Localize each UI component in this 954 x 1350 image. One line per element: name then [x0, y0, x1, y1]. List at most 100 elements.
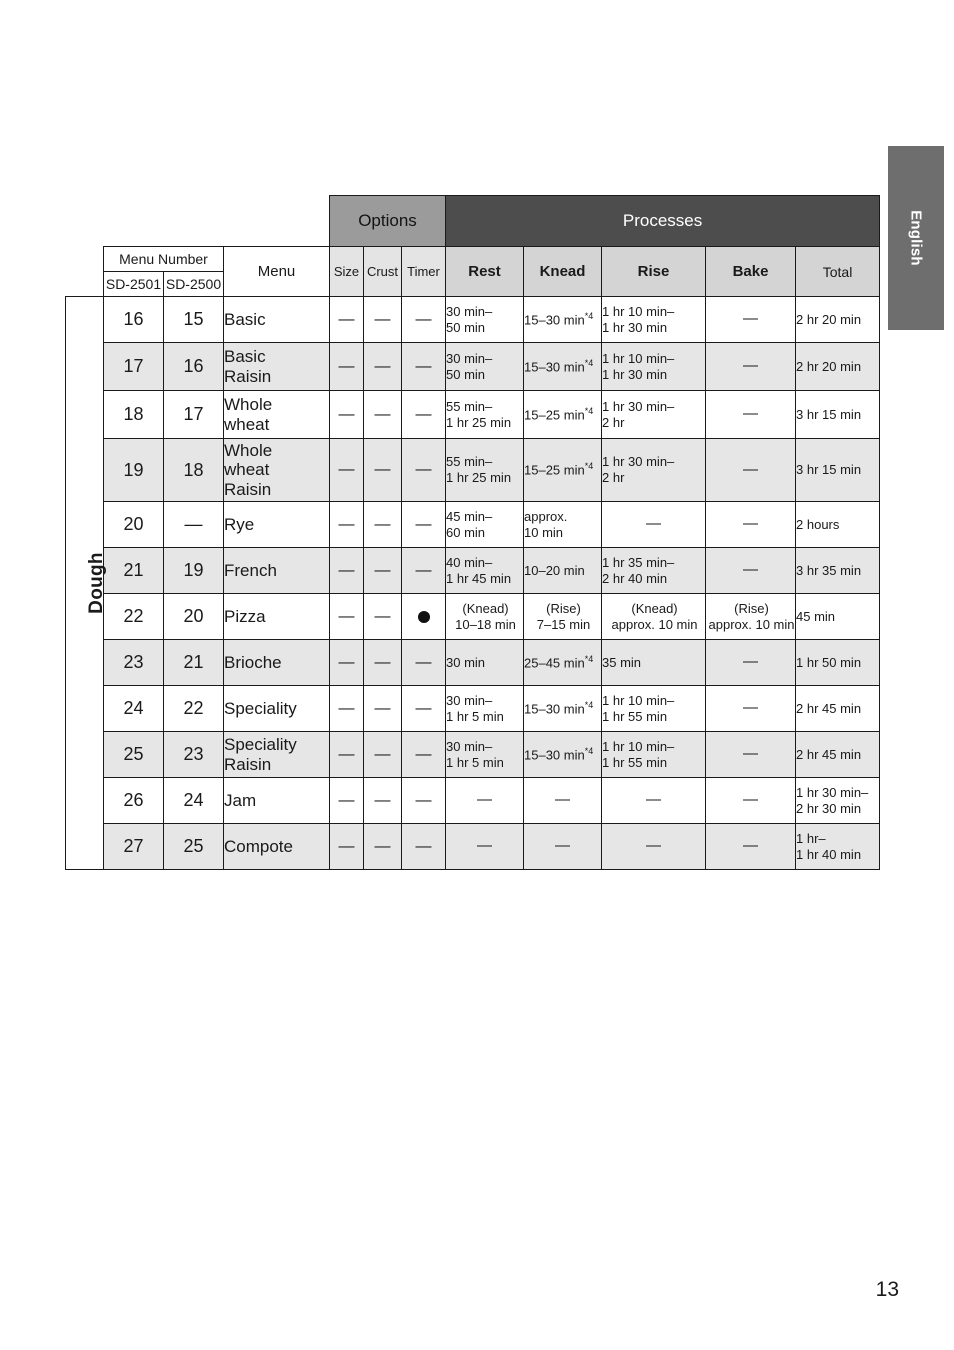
cell-menu-number-sd2501: 25: [103, 731, 164, 778]
cell-process-bake: —: [705, 639, 797, 686]
group-header-options: Options: [328, 195, 447, 247]
cell-process-total: 45 min: [795, 593, 881, 640]
cell-option-timer: —: [400, 685, 447, 732]
cell-menu-name: Speciality Raisin: [223, 731, 330, 778]
col-header-total: Total: [795, 246, 881, 297]
cell-option-timer: —: [400, 390, 447, 439]
cell-option-timer: [400, 593, 447, 640]
cell-process-rest: (Knead) 10–18 min: [445, 593, 525, 640]
cell-process-bake: —: [705, 390, 797, 439]
cell-option-timer: —: [400, 547, 447, 594]
cell-menu-name: Rye: [223, 501, 330, 548]
corner-blank-cell: [104, 196, 164, 247]
cell-menu-number-sd2500: 17: [163, 390, 224, 439]
cell-process-bake: —: [705, 296, 797, 343]
cell-process-bake: —: [705, 342, 797, 391]
cell-process-rest: 55 min– 1 hr 25 min: [445, 390, 525, 439]
col-header-bake: Bake: [705, 246, 797, 297]
cell-process-knead: —: [523, 777, 603, 824]
cell-option-size: —: [329, 390, 364, 439]
cell-option-crust: —: [363, 685, 402, 732]
col-header-menu-number: Menu Number: [103, 246, 224, 272]
cell-option-crust: —: [363, 342, 402, 391]
cell-menu-number-sd2501: 23: [103, 639, 164, 686]
cell-process-rise: —: [601, 501, 707, 548]
cell-option-size: —: [329, 685, 364, 732]
cell-process-knead: approx. 10 min: [523, 501, 603, 548]
cell-menu-name: Brioche: [223, 639, 330, 686]
table-row: 24 22 Speciality — — —30 min– 1 hr 5 min 15–30 …: [66, 685, 881, 732]
cell-option-size: —: [329, 296, 364, 343]
cell-menu-number-sd2500: 25: [163, 823, 224, 870]
cell-process-rise: 1 hr 35 min– 2 hr 40 min: [601, 547, 707, 594]
table-row: 21 19 French — — —40 min– 1 hr 45 min 10–20 min…: [66, 547, 881, 594]
category-cell-dough: Dough: [65, 296, 107, 870]
col-header-model-sd2501: SD-2501: [103, 271, 164, 297]
col-header-model-sd2500: SD-2500: [163, 271, 224, 297]
col-header-timer: Timer: [400, 246, 447, 297]
page-number: 13: [875, 1278, 899, 1301]
cell-option-size: —: [329, 823, 364, 870]
cell-process-total: 3 hr 15 min: [795, 390, 881, 439]
cell-process-rest: 55 min– 1 hr 25 min: [445, 438, 525, 502]
timer-available-dot-icon: [417, 611, 430, 624]
cell-process-knead: 15–30 min*4: [523, 685, 603, 732]
cell-process-rise: 1 hr 30 min– 2 hr: [601, 390, 707, 439]
cell-option-crust: —: [363, 501, 402, 548]
col-header-menu: Menu: [223, 246, 330, 297]
cell-process-knead: 15–25 min*4: [523, 390, 603, 439]
cell-menu-number-sd2501: 20: [103, 501, 164, 548]
cell-process-bake: —: [705, 777, 797, 824]
cell-process-rest: 30 min– 50 min: [445, 342, 525, 391]
cell-process-bake: —: [705, 731, 797, 778]
table-row: 20— Rye — — —45 min– 60 min approx. 10 min — —2 h…: [66, 501, 881, 548]
cell-option-crust: —: [363, 731, 402, 778]
cell-menu-number-sd2500: 20: [163, 593, 224, 640]
col-header-knead: Knead: [523, 246, 603, 297]
group-header-processes: Processes: [445, 195, 881, 247]
cell-process-rise: 1 hr 10 min– 1 hr 55 min: [601, 685, 707, 732]
cell-menu-number-sd2501: 24: [103, 685, 164, 732]
cell-menu-name: Speciality: [223, 685, 330, 732]
cell-option-timer: —: [400, 639, 447, 686]
corner-blank-cell: [224, 196, 330, 247]
cell-menu-name: Compote: [223, 823, 330, 870]
col-header-rest: Rest: [445, 246, 525, 297]
menu-process-table: Options Processes Menu Number Menu Size …: [65, 195, 881, 870]
cell-menu-number-sd2501: 27: [103, 823, 164, 870]
cell-process-rise: (Knead) approx. 10 min: [601, 593, 707, 640]
cell-process-total: 1 hr 30 min– 2 hr 30 min: [795, 777, 881, 824]
table-row: 17 16 Basic Raisin — — —30 min– 50 min 15–30 min…: [66, 342, 881, 391]
cell-option-size: —: [329, 731, 364, 778]
cell-process-rise: 1 hr 10 min– 1 hr 30 min: [601, 342, 707, 391]
cell-option-crust: —: [363, 547, 402, 594]
cell-process-bake: —: [705, 547, 797, 594]
cell-option-size: —: [329, 438, 364, 502]
cell-process-rise: 1 hr 30 min– 2 hr: [601, 438, 707, 502]
cell-option-size: —: [329, 593, 364, 640]
table-row: 26 24 Jam — — — — — — —1 hr 30 min– 2 hr 30 min: [66, 777, 881, 824]
cell-option-timer: —: [400, 823, 447, 870]
cell-menu-number-sd2501: 16: [103, 296, 164, 343]
table-row: Dough 16 15 Basic — — —30 min– 50 min 15–30 min*…: [65, 296, 881, 870]
cell-process-total: 2 hr 45 min: [795, 685, 881, 732]
cell-process-knead: 15–25 min*4: [523, 438, 603, 502]
cell-process-total: 2 hours: [795, 501, 881, 548]
cell-option-crust: —: [363, 296, 402, 343]
cell-menu-number-sd2501: 22: [103, 593, 164, 640]
cell-menu-number-sd2500: 18: [163, 438, 224, 502]
cell-option-size: —: [329, 639, 364, 686]
cell-option-timer: —: [400, 777, 447, 824]
cell-menu-number-sd2500: 24: [163, 777, 224, 824]
language-tab-label: English: [907, 210, 925, 266]
cell-process-knead: 15–30 min*4: [523, 731, 603, 778]
cell-process-rest: 30 min– 1 hr 5 min: [445, 685, 525, 732]
cell-process-rise: 35 min: [601, 639, 707, 686]
table-row: 18 17 Whole wheat — — —55 min– 1 hr 25 min 15–25…: [66, 390, 881, 439]
cell-process-rise: 1 hr 10 min– 1 hr 30 min: [601, 296, 707, 343]
cell-process-knead: 10–20 min: [523, 547, 603, 594]
cell-option-crust: —: [363, 639, 402, 686]
cell-menu-number-sd2500: 16: [163, 342, 224, 391]
cell-option-size: —: [329, 342, 364, 391]
cell-process-rest: 40 min– 1 hr 45 min: [445, 547, 525, 594]
